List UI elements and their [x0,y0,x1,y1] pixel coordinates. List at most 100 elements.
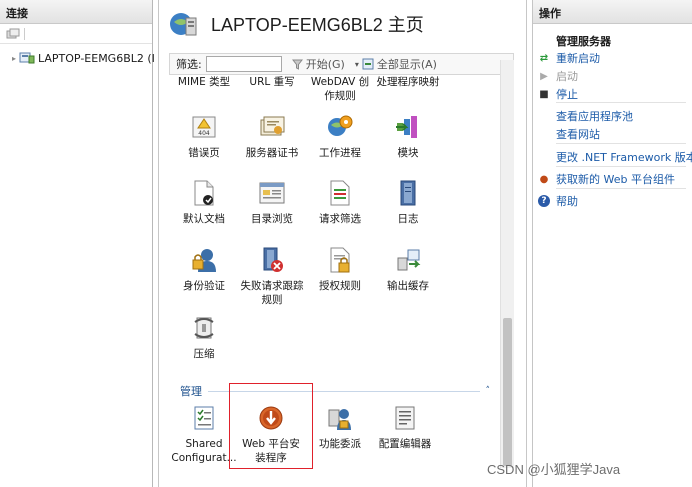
watermark: CSDN @小狐狸学Java [487,462,621,477]
filter-label: 筛选: [176,58,202,71]
funnel-icon [291,59,303,70]
feature-directory-browsing[interactable]: 目录浏览 [238,178,306,226]
feature-mime-types[interactable]: MIME 类型 [170,75,238,89]
feature-handler-mappings[interactable]: 处理程序映射 [374,75,442,89]
web-platform-icon: ● [539,173,549,185]
feature-label: 配置编辑器 [378,438,432,450]
feature-request-filtering[interactable]: 请求筛选 [306,178,374,226]
view-app-pools-label: 查看应用程序池 [556,110,633,123]
view-sites-label: 查看网站 [556,128,600,141]
feature-label: MIME 类型 [177,76,231,88]
feature-label: 输出缓存 [387,280,429,292]
help-action[interactable]: ? 帮助 [538,193,578,209]
svg-text:404: 404 [198,130,210,137]
feature-delegation-icon [328,409,351,430]
feature-label: 授权规则 [319,280,361,292]
view-app-pools-action[interactable]: 查看应用程序池 [556,108,633,124]
get-web-platform-action[interactable]: ● 获取新的 Web 平台组件 [538,171,675,187]
feature-worker-processes[interactable]: 工作进程 [306,112,374,160]
actions-divider [556,102,686,103]
feature-label: Shared Configurat... [171,438,237,464]
feature-default-document[interactable]: 默认文档 [170,178,238,226]
restart-label: 重新启动 [556,52,600,65]
feature-url-rewrite[interactable]: URL 重写 [238,75,306,89]
start-filter-button[interactable]: 开始(G) [291,56,345,72]
configuration-editor-icon [395,406,415,430]
feature-configuration-editor[interactable]: 配置编辑器 [371,403,439,451]
connections-header: 连接 [0,0,152,24]
feature-label: 功能委派 [319,438,361,450]
compression-icon [194,317,214,339]
feature-label: WebDAV 创作规则 [310,76,370,102]
feature-label: 请求筛选 [319,213,361,225]
start-action: ▶ 启动 [538,68,578,84]
feature-authorization-rules[interactable]: 授权规则 [306,245,374,293]
feature-label: 服务器证书 [245,147,299,159]
start-filter-label: 开始(G) [305,58,345,71]
feature-label: 处理程序映射 [376,76,440,88]
page-title: LAPTOP-EEMG6BL2 主页 [211,15,424,35]
certificate-icon [260,116,285,136]
connect-icon[interactable] [6,28,20,40]
feature-label: 模块 [397,147,419,159]
help-label: 帮助 [556,195,578,208]
page-title-bar: LAPTOP-EEMG6BL2 主页 [169,10,424,38]
change-framework-action[interactable]: 更改 .NET Framework 版本 [556,149,692,165]
feature-modules[interactable]: 模块 [374,112,442,160]
actions-divider [556,166,686,167]
feature-label: 默认文档 [183,213,225,225]
feature-webdav[interactable]: WebDAV 创作规则 [306,75,374,103]
feature-label: URL 重写 [249,76,295,88]
feature-label: 失败请求跟踪规则 [240,280,304,306]
manage-server-section: 管理服务器 [556,33,611,49]
default-document-icon [194,180,214,206]
feature-shared-configuration[interactable]: Shared Configurat... [170,403,238,465]
stop-icon: ■ [539,88,549,100]
restart-icon: ⇄ [539,52,549,64]
tree-expander-icon[interactable]: ▸ [12,54,16,63]
stop-action[interactable]: ■ 停止 [538,86,578,102]
feature-logging[interactable]: 日志 [374,178,442,226]
section-title: 管理服务器 [556,35,611,48]
error-404-icon: 404 [192,116,216,138]
output-caching-icon [397,249,421,271]
feature-compression[interactable]: 压缩 [170,313,238,361]
show-all-button[interactable]: ▾ 全部显示(A) [355,56,437,72]
feature-authentication[interactable]: 身份验证 [170,245,238,293]
view-sites-action[interactable]: 查看网站 [556,126,600,142]
start-label: 启动 [556,70,578,83]
restart-action[interactable]: ⇄ 重新启动 [538,50,600,66]
scrollbar-thumb[interactable] [503,318,512,466]
logging-icon [400,180,416,206]
vertical-scrollbar[interactable] [500,60,514,468]
group-title: 管理 [180,385,202,398]
highlight-box [229,383,313,469]
feature-error-pages[interactable]: 404 错误页 [170,112,238,160]
tree-item-server[interactable]: ▸ LAPTOP-EEMG6BL2 (I [12,51,155,65]
feature-feature-delegation[interactable]: 功能委派 [306,403,374,451]
authentication-icon [192,249,216,272]
show-all-icon [362,58,374,70]
actions-divider [556,143,686,144]
feature-failed-request-tracing[interactable]: 失败请求跟踪规则 [238,245,306,307]
modules-icon [396,116,417,138]
filter-input[interactable] [205,56,282,72]
feature-output-caching[interactable]: 输出缓存 [374,245,442,293]
management-group-header[interactable]: 管理 ˄ [180,383,490,399]
help-icon: ? [538,195,550,207]
change-framework-label: 更改 .NET Framework 版本 [556,151,692,164]
request-filtering-icon [330,180,350,206]
failed-request-tracing-icon [263,247,283,272]
feature-server-certificates[interactable]: 服务器证书 [238,112,306,160]
actions-divider [556,188,686,189]
play-icon: ▶ [540,70,548,82]
feature-label: 错误页 [188,147,220,159]
toolbar-divider [24,27,25,40]
partially-visible-row: MIME 类型 URL 重写 WebDAV 创作规则 处理程序映射 [170,75,490,105]
feature-label: 日志 [397,213,419,225]
authorization-icon [330,247,350,273]
feature-label: 压缩 [193,348,215,360]
feature-label: 身份验证 [183,280,225,292]
feature-label: 工作进程 [319,147,361,159]
collapse-icon[interactable]: ˄ [486,386,491,396]
